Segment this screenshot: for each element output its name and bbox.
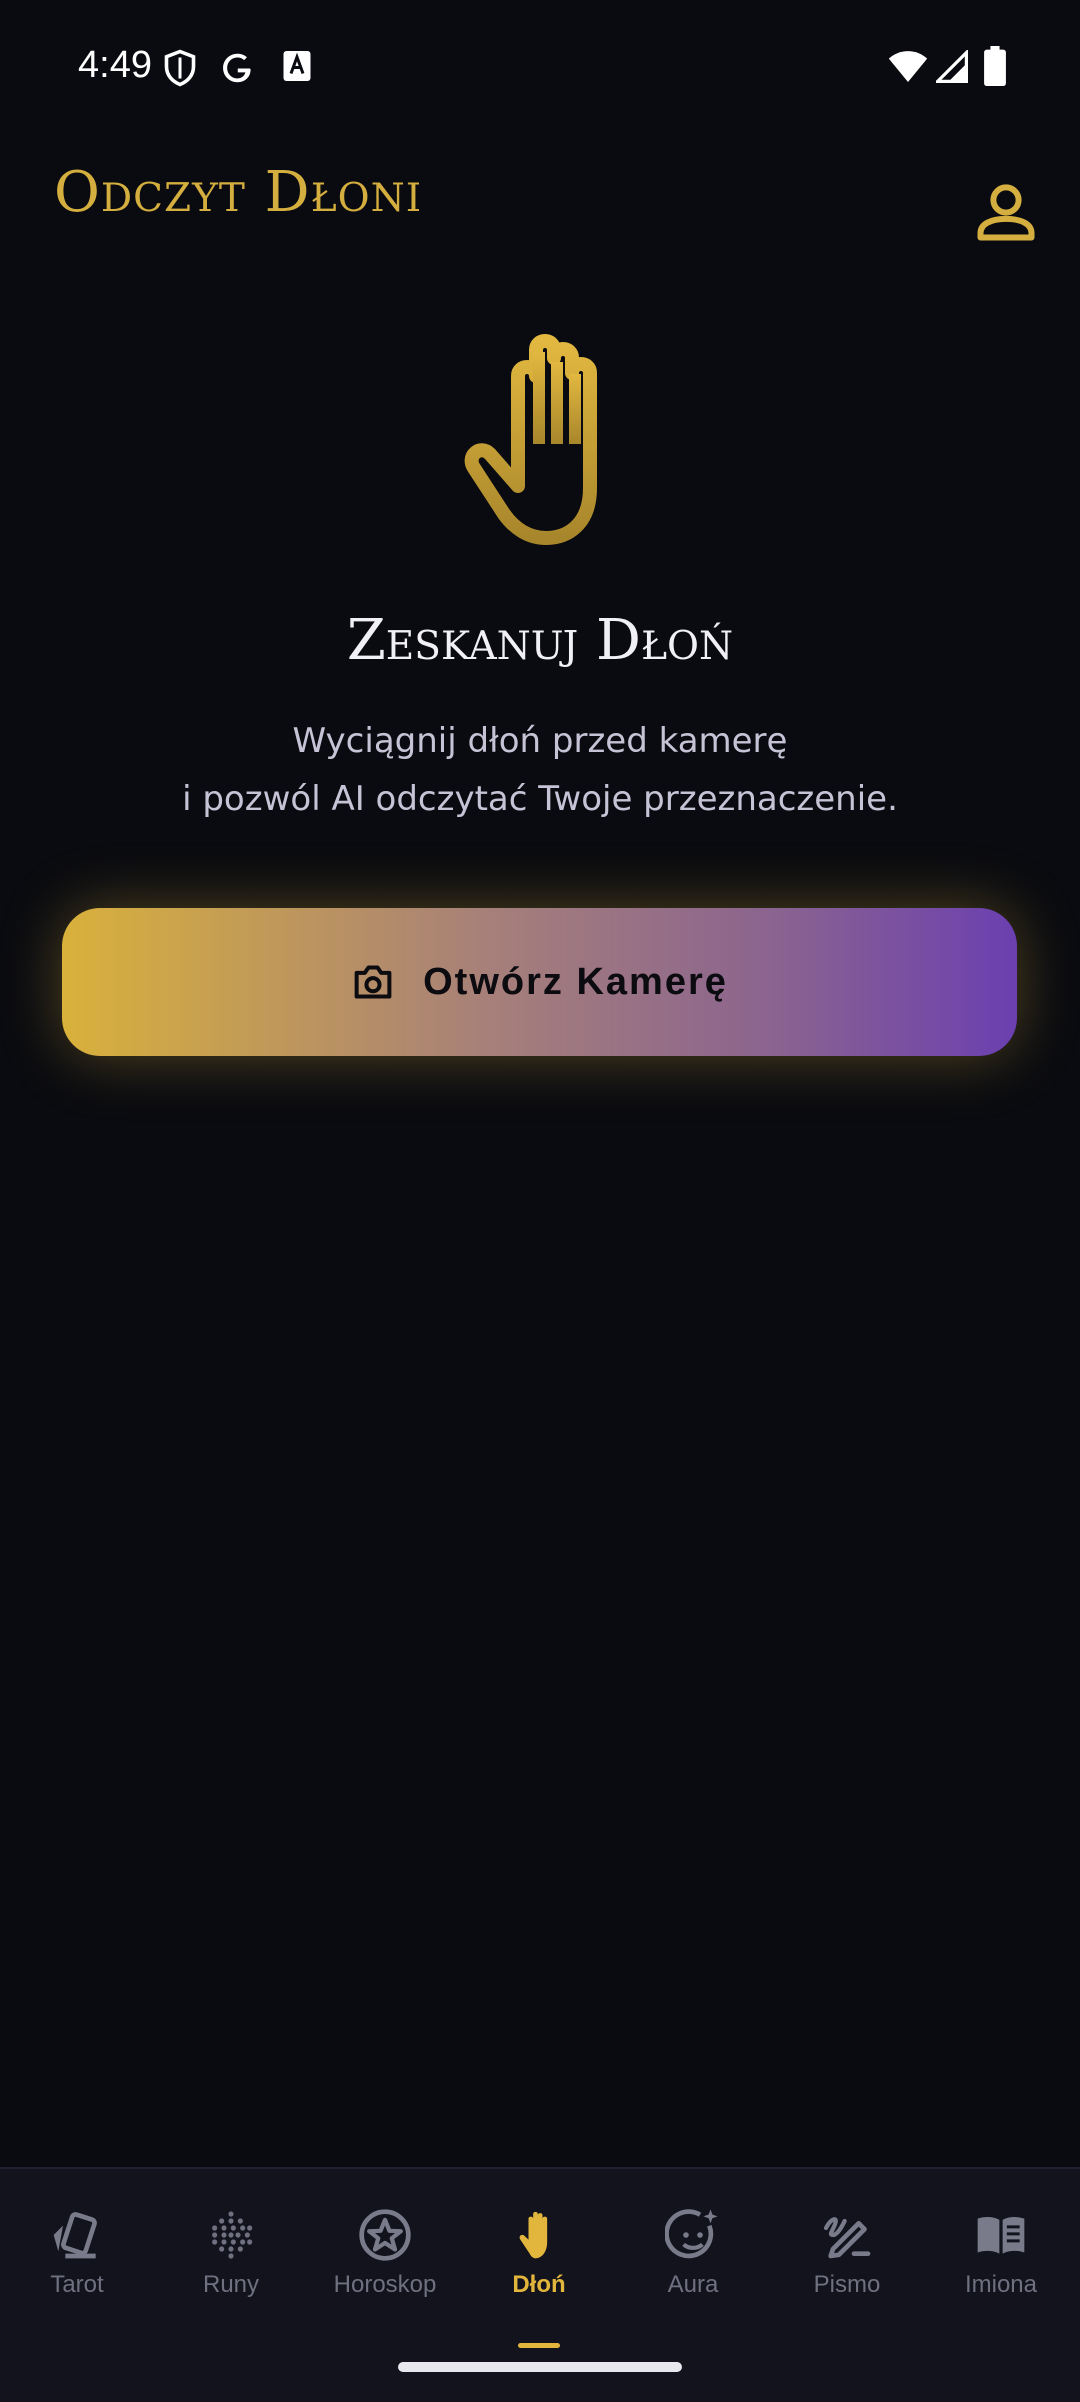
active-tab-indicator (518, 2343, 560, 2348)
nav-item-horoskop[interactable]: Horoskop (310, 2207, 460, 2327)
text-accessibility-icon (283, 51, 311, 81)
nav-item-runy[interactable]: Runy (156, 2207, 306, 2327)
description-line-1: Wyciągnij dłoń przed kamerę (292, 721, 788, 761)
status-time: 4:49 (78, 44, 152, 86)
nav-label-imiona: Imiona (964, 2271, 1038, 2298)
scan-description: Wyciągnij dłoń przed kamerę i pozwól AI … (0, 712, 1080, 828)
google-icon (223, 53, 251, 83)
nav-label-horoskop: Horoskop (333, 2271, 437, 2298)
hand-icon (464, 334, 597, 545)
open-camera-button[interactable]: Otwórz Kamerę (62, 908, 1017, 1056)
nav-item-tarot[interactable]: Tarot (2, 2207, 152, 2327)
wifi-icon (888, 51, 928, 82)
scan-title: Zeskanuj Dłoń (346, 608, 734, 673)
nav-item-imiona[interactable]: Imiona (926, 2207, 1076, 2327)
home-indicator[interactable] (398, 2362, 682, 2372)
app-title: Odczyt Dłoni (54, 160, 423, 225)
nav-item-aura[interactable]: Aura (618, 2207, 768, 2327)
nav-label-dlon: Dłoń (512, 2271, 566, 2298)
aura-face-icon (665, 2209, 718, 2259)
nav-label-aura: Aura (667, 2271, 719, 2298)
open-book-icon (977, 2217, 1025, 2254)
battery-icon (984, 46, 1006, 86)
nav-label-pismo: Pismo (813, 2271, 881, 2298)
runes-dots-icon (212, 2211, 253, 2259)
nav-item-dlon[interactable]: Dłoń (464, 2207, 614, 2348)
camera-icon (354, 965, 392, 999)
nav-label-tarot: Tarot (50, 2271, 104, 2298)
open-camera-label: Otwórz Kamerę (423, 960, 728, 1003)
status-bar: 4:49 (0, 0, 1080, 120)
profile-button[interactable] (970, 176, 1042, 248)
nav-label-runy: Runy (202, 2271, 260, 2298)
shield-icon (164, 49, 196, 87)
app-header: Odczyt Dłoni (0, 140, 1080, 260)
tarot-cards-icon (53, 2212, 97, 2259)
handwriting-pen-icon (823, 2217, 871, 2259)
cellular-signal-icon (936, 50, 968, 83)
star-circle-icon (359, 2209, 411, 2261)
nav-item-pismo[interactable]: Pismo (772, 2207, 922, 2327)
user-icon (977, 184, 1035, 241)
description-line-2: i pozwól AI odczytać Twoje przeznaczenie… (182, 779, 898, 819)
hand-icon (519, 2211, 548, 2259)
